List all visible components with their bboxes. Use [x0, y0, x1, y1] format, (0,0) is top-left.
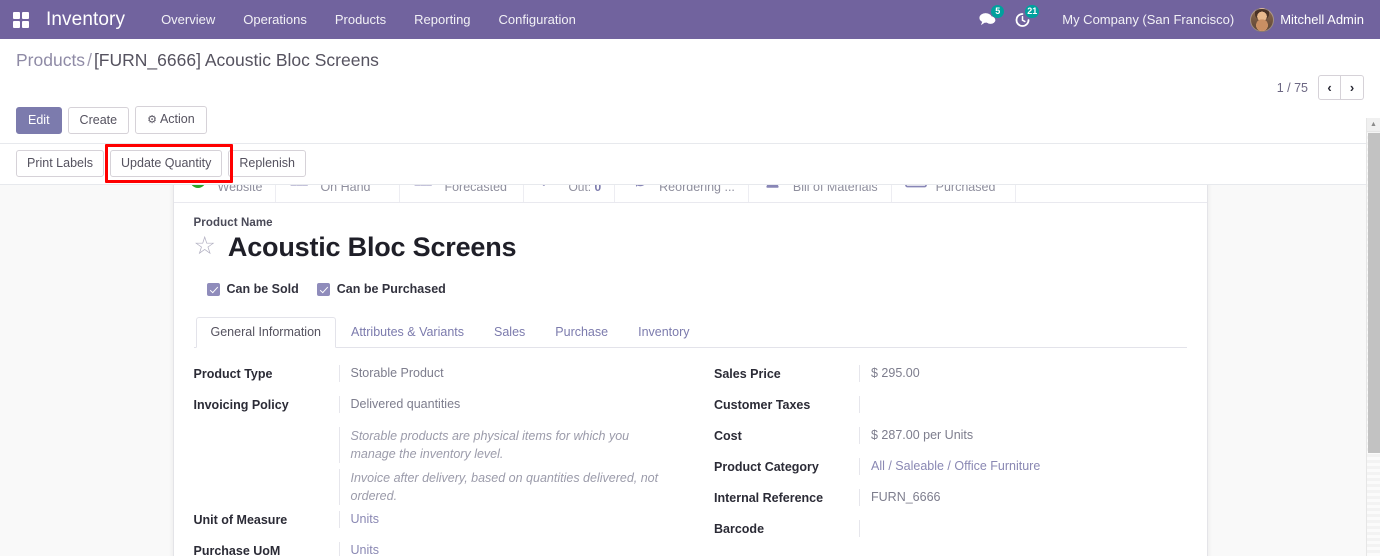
page-title: Acoustic Bloc Screens	[228, 230, 516, 264]
messages-icon[interactable]: 5	[970, 0, 1005, 39]
purchase-uom-label: Purchase UoM	[194, 542, 339, 556]
internal-reference-label: Internal Reference	[714, 489, 859, 507]
can-be-purchased-label: Can be Purchased	[337, 282, 446, 296]
field-barcode: Barcode	[714, 520, 1187, 538]
field-product-category: Product Category All / Saleable / Office…	[714, 458, 1187, 476]
breadcrumb-current: [FURN_6666] Acoustic Bloc Screens	[94, 50, 379, 70]
invoicing-policy-help-text: Invoice after delivery, based on quantit…	[339, 469, 661, 505]
product-type-help-text: Storable products are physical items for…	[339, 427, 661, 463]
control-panel-buttons: Edit Create ⚙Action	[16, 106, 1364, 134]
update-quantity-button[interactable]: Update Quantity	[110, 150, 222, 177]
create-button[interactable]: Create	[68, 107, 130, 134]
field-invoicing-policy: Invoicing Policy Delivered quantities	[194, 396, 661, 414]
star-outline-icon[interactable]: ☆	[194, 234, 216, 259]
edit-button[interactable]: Edit	[16, 107, 62, 134]
top-navbar: Inventory Overview Operations Products R…	[0, 0, 1380, 39]
activity-badge: 21	[1025, 5, 1039, 18]
apps-grid-icon[interactable]	[8, 7, 34, 33]
menu-item-operations[interactable]: Operations	[229, 0, 321, 39]
record-pager: 1 / 75 ‹ ›	[1277, 49, 1364, 100]
purchase-uom-value[interactable]: Units	[339, 542, 661, 556]
messages-badge: 5	[991, 5, 1004, 18]
user-menu[interactable]: Mitchell Admin	[1250, 8, 1370, 32]
avatar	[1250, 8, 1274, 32]
menu-item-products[interactable]: Products	[321, 0, 400, 39]
customer-taxes-value[interactable]	[859, 396, 1187, 413]
control-panel: Products/[FURN_6666] Acoustic Bloc Scree…	[0, 39, 1380, 144]
product-form-sheet: Go to Website	[173, 156, 1208, 556]
activity-clock-icon[interactable]: 21	[1005, 0, 1040, 39]
pager-previous-button[interactable]: ‹	[1318, 75, 1341, 100]
navbar-right-tools: 5 21 My Company (San Francisco) Mitchell…	[970, 0, 1370, 39]
product-type-label: Product Type	[194, 365, 339, 383]
company-switcher[interactable]: My Company (San Francisco)	[1040, 12, 1250, 27]
field-product-type: Product Type Storable Product	[194, 365, 661, 383]
breadcrumb-products[interactable]: Products	[16, 50, 85, 70]
app-brand-inventory[interactable]: Inventory	[46, 9, 125, 31]
field-customer-taxes: Customer Taxes	[714, 396, 1187, 414]
menu-item-overview[interactable]: Overview	[147, 0, 229, 39]
help-spacer	[194, 469, 339, 470]
barcode-value[interactable]	[859, 520, 1187, 537]
scroll-up-arrow-icon[interactable]: ▲	[1367, 118, 1380, 132]
product-type-help: Storable products are physical items for…	[194, 427, 661, 463]
print-labels-button[interactable]: Print Labels	[16, 150, 104, 177]
invoicing-policy-help: Invoice after delivery, based on quantit…	[194, 469, 661, 505]
vertical-scrollbar[interactable]: ▲	[1366, 118, 1380, 556]
tab-attributes-variants[interactable]: Attributes & Variants	[336, 317, 479, 348]
field-internal-reference: Internal Reference FURN_6666	[714, 489, 1187, 507]
can-be-purchased-checkbox[interactable]: Can be Purchased	[317, 282, 446, 296]
field-unit-of-measure: Unit of Measure Units	[194, 511, 661, 529]
replenish-button[interactable]: Replenish	[228, 150, 306, 177]
checkbox-checked-icon	[317, 283, 330, 296]
can-be-sold-checkbox[interactable]: Can be Sold	[207, 282, 299, 296]
main-menu: Overview Operations Products Reporting C…	[147, 0, 590, 39]
tab-sales[interactable]: Sales	[479, 317, 540, 348]
breadcrumb-separator: /	[85, 50, 94, 70]
notebook-tabs: General Information Attributes & Variant…	[194, 317, 1187, 348]
product-type-value[interactable]: Storable Product	[339, 365, 661, 382]
general-information-panel: Product Type Storable Product Invoicing …	[194, 348, 1187, 556]
sales-price-value[interactable]: $ 295.00	[859, 365, 1187, 382]
action-button[interactable]: ⚙Action	[135, 106, 207, 134]
update-quantity-annotation: Update Quantity	[110, 150, 228, 177]
menu-item-reporting[interactable]: Reporting	[400, 0, 484, 39]
form-column-right: Sales Price $ 295.00 Customer Taxes Cost…	[690, 365, 1187, 556]
product-form-body: Product Name ☆ Acoustic Bloc Screens Can…	[174, 203, 1207, 556]
scrollbar-thumb[interactable]	[1368, 133, 1380, 453]
product-flags: Can be Sold Can be Purchased	[194, 282, 1187, 296]
unit-of-measure-value[interactable]: Units	[339, 511, 661, 528]
main-content-area: Go to Website	[0, 147, 1380, 556]
field-sales-price: Sales Price $ 295.00	[714, 365, 1187, 383]
form-column-left: Product Type Storable Product Invoicing …	[194, 365, 691, 556]
tab-general-information[interactable]: General Information	[196, 317, 336, 348]
breadcrumb: Products/[FURN_6666] Acoustic Bloc Scree…	[16, 49, 379, 71]
customer-taxes-label: Customer Taxes	[714, 396, 859, 414]
pager-value: 1 / 75	[1277, 81, 1308, 95]
tab-inventory[interactable]: Inventory	[623, 317, 704, 348]
menu-item-configuration[interactable]: Configuration	[485, 0, 590, 39]
unit-of-measure-label: Unit of Measure	[194, 511, 339, 529]
cost-label: Cost	[714, 427, 859, 445]
can-be-sold-label: Can be Sold	[227, 282, 299, 296]
sales-price-label: Sales Price	[714, 365, 859, 383]
product-category-label: Product Category	[714, 458, 859, 476]
action-button-label: Action	[160, 112, 195, 126]
tab-purchase[interactable]: Purchase	[540, 317, 623, 348]
pager-next-button[interactable]: ›	[1341, 75, 1364, 100]
gear-icon: ⚙	[147, 114, 157, 126]
field-purchase-uom: Purchase UoM Units	[194, 542, 661, 556]
internal-reference-value[interactable]: FURN_6666	[859, 489, 1187, 506]
record-action-bar: Print Labels Update Quantity Replenish	[0, 144, 1380, 185]
user-name: Mitchell Admin	[1280, 12, 1364, 27]
field-cost: Cost $ 287.00 per Units	[714, 427, 1187, 445]
invoicing-policy-value[interactable]: Delivered quantities	[339, 396, 661, 413]
cost-value[interactable]: $ 287.00 per Units	[859, 427, 1187, 444]
help-spacer	[194, 427, 339, 428]
product-name-label: Product Name	[194, 217, 1187, 229]
invoicing-policy-label: Invoicing Policy	[194, 396, 339, 414]
barcode-label: Barcode	[714, 520, 859, 538]
checkbox-checked-icon	[207, 283, 220, 296]
product-category-value[interactable]: All / Saleable / Office Furniture	[859, 458, 1187, 475]
